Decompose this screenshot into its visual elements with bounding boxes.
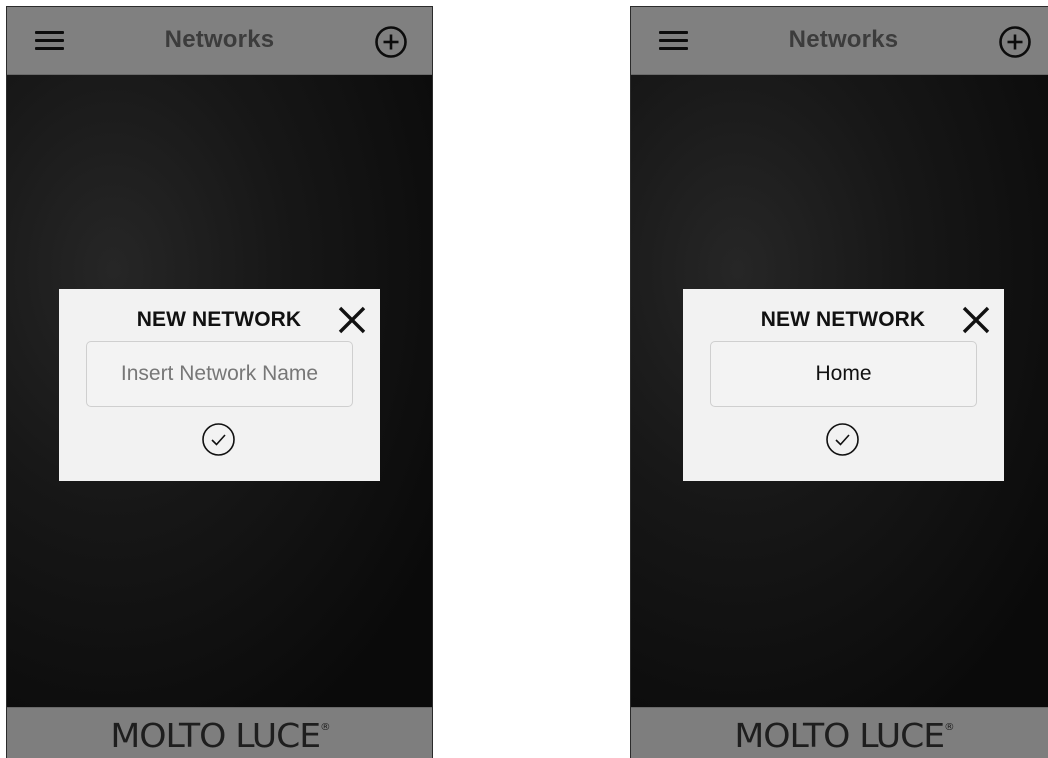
brand-name: MOLTO LUCE — [734, 716, 945, 755]
registered-mark: ® — [320, 722, 331, 733]
close-icon[interactable] — [336, 304, 368, 336]
page-title: Networks — [164, 26, 275, 53]
phone-screen-filled: Networks NEW NETWORK MOLTO LUCE® — [630, 6, 1048, 758]
molto-luce-logo: MOLTO LUCE® — [713, 714, 975, 756]
top-bar: Networks — [631, 7, 1048, 75]
close-icon[interactable] — [960, 304, 992, 336]
phone-screen-empty: Networks NEW NETWORK MOLTO LUCE® — [6, 6, 433, 758]
dialog-title: NEW NETWORK — [760, 308, 926, 331]
bottom-bar: MOLTO LUCE® — [7, 707, 432, 758]
network-name-input[interactable] — [86, 341, 353, 407]
top-bar: Networks — [7, 7, 432, 75]
molto-luce-logo: MOLTO LUCE® — [89, 714, 351, 756]
check-circle-icon[interactable] — [201, 422, 236, 457]
page-title: Networks — [788, 26, 899, 53]
dialog-title: NEW NETWORK — [136, 308, 302, 331]
plus-circle-icon[interactable] — [374, 25, 408, 59]
bottom-bar: MOLTO LUCE® — [631, 707, 1048, 758]
plus-circle-icon[interactable] — [998, 25, 1032, 59]
new-network-dialog: NEW NETWORK — [683, 289, 1004, 481]
registered-mark: ® — [944, 722, 954, 733]
network-name-input[interactable] — [710, 341, 977, 407]
check-circle-icon[interactable] — [825, 422, 860, 457]
new-network-dialog: NEW NETWORK — [59, 289, 380, 481]
brand-name: MOLTO LUCE — [110, 716, 321, 755]
